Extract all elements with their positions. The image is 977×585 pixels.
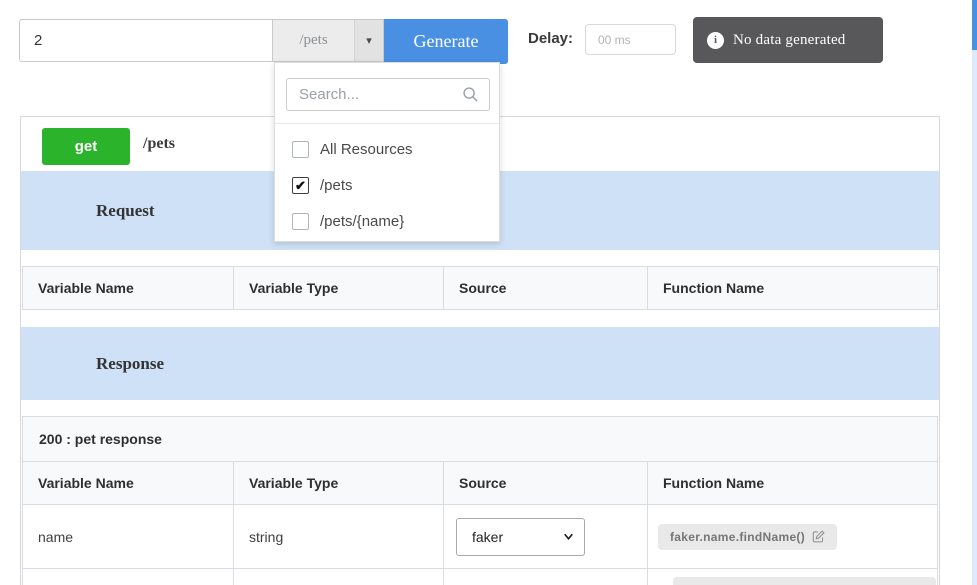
resource-option-all[interactable]: ✔ All Resources	[275, 131, 499, 167]
function-name-text: faker.name.findName()	[670, 530, 805, 544]
function-name-badge[interactable]	[673, 577, 936, 585]
variable-name-cell	[23, 569, 234, 585]
generate-count-input[interactable]	[19, 19, 273, 62]
search-input[interactable]	[286, 78, 490, 111]
source-select-value: faker	[472, 529, 561, 545]
checkbox-pets-name[interactable]: ✔	[292, 213, 309, 230]
response-section-title: Response	[96, 354, 164, 374]
search-icon	[462, 86, 479, 103]
method-get-chip[interactable]: get	[42, 128, 130, 165]
variable-name-cell: name	[23, 505, 234, 568]
table-row: name string faker faker.name.findName()	[22, 504, 938, 569]
request-section-title: Request	[96, 201, 155, 221]
scrollbar-track[interactable]	[972, 0, 977, 585]
status-badge: i No data generated	[693, 17, 883, 63]
checkbox-all-resources[interactable]: ✔	[292, 141, 309, 158]
source-select[interactable]: faker	[456, 518, 585, 556]
function-name-cell: faker.name.findName()	[648, 505, 937, 568]
chevron-down-icon[interactable]: ▾	[354, 20, 383, 61]
resource-dropdown-menu: ✔ All Resources ✔ /pets ✔ /pets/{name}	[274, 62, 500, 242]
variable-type-cell	[234, 569, 444, 585]
delay-input[interactable]	[585, 24, 676, 55]
column-header: Function Name	[648, 462, 937, 504]
info-icon: i	[707, 32, 724, 49]
resource-option-label: All Resources	[320, 141, 413, 158]
source-cell: faker	[444, 505, 648, 568]
checkbox-pets[interactable]: ✔	[292, 177, 309, 194]
function-name-badge[interactable]: faker.name.findName()	[658, 524, 837, 550]
source-cell	[444, 569, 648, 585]
column-header: Source	[444, 462, 648, 504]
function-name-cell	[648, 569, 937, 585]
column-header: Source	[444, 267, 648, 309]
column-header: Variable Name	[23, 462, 234, 504]
resource-option-pets[interactable]: ✔ /pets	[275, 167, 499, 203]
edit-icon[interactable]	[812, 530, 825, 543]
column-header: Variable Type	[234, 267, 444, 309]
column-header: Variable Type	[234, 462, 444, 504]
column-header: Function Name	[648, 267, 937, 309]
delay-label: Delay:	[528, 30, 573, 47]
response-status-text: 200 : pet response	[23, 431, 162, 447]
resource-dropdown-button[interactable]: /pets ▾	[273, 19, 384, 62]
chevron-down-icon	[561, 529, 576, 544]
column-header: Variable Name	[23, 267, 234, 309]
resource-dropdown-label: /pets	[273, 20, 354, 61]
resource-option-label: /pets	[320, 177, 353, 194]
resource-option-label: /pets/{name}	[320, 213, 404, 230]
variable-type-cell: string	[234, 505, 444, 568]
response-section-header[interactable]: Response	[21, 327, 939, 400]
response-status-row[interactable]: 200 : pet response	[22, 416, 938, 462]
scrollbar-thumb[interactable]	[972, 0, 977, 50]
request-table-header: Variable Name Variable Type Source Funct…	[22, 266, 938, 310]
response-table-header: Variable Name Variable Type Source Funct…	[22, 461, 938, 505]
endpoint-path: /pets	[143, 135, 175, 153]
generate-button[interactable]: Generate	[384, 19, 508, 64]
resource-option-pets-name[interactable]: ✔ /pets/{name}	[275, 203, 499, 239]
table-row	[22, 568, 938, 585]
status-badge-text: No data generated	[733, 32, 846, 49]
